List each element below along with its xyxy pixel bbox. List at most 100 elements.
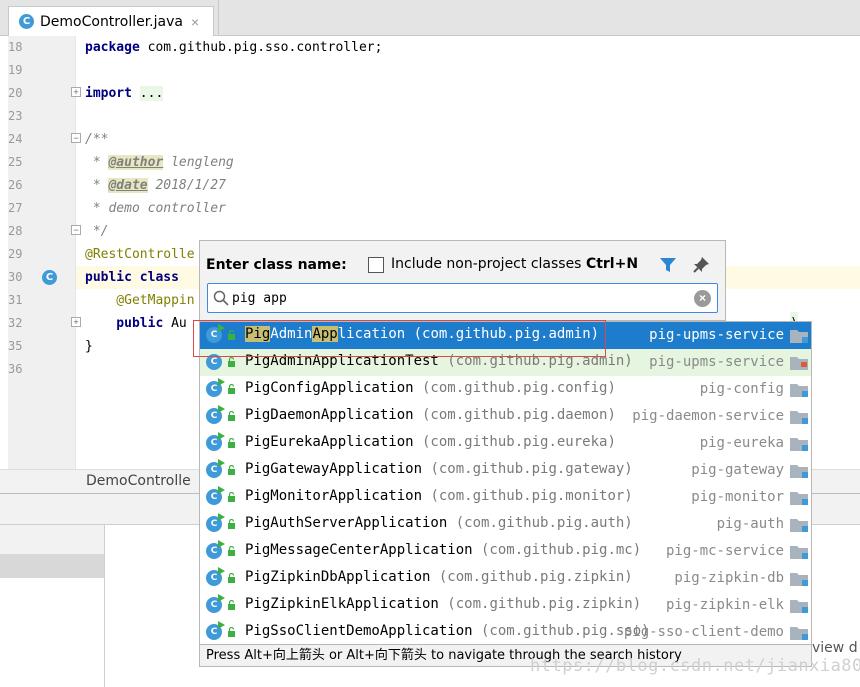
code-line: public Au [85,316,187,331]
line-number: 36 [8,362,23,376]
list-item[interactable]: C PigMessageCenterApplication (com.githu… [200,538,811,565]
module-name: pig-monitor [691,489,784,505]
module-folder-icon [790,546,808,559]
code-line: */ [85,224,109,239]
tab-title: DemoController.java [40,13,183,30]
class-name: PigZipkinElkApplication (com.github.pig.… [245,596,642,612]
app-class-icon: C [206,378,225,397]
app-class-icon: C [206,432,225,451]
class-icon: C [19,14,34,29]
class-name: PigGatewayApplication (com.github.pig.ga… [245,461,633,477]
editor-tab-bar: C DemoController.java × [0,0,860,36]
lock-icon [228,465,235,475]
results-list[interactable]: C PigAdminApplication (com.github.pig.ad… [199,321,812,645]
module-name: pig-auth [716,516,784,532]
tab-democontroller[interactable]: C DemoController.java × [8,6,214,36]
lock-icon [228,438,235,448]
tab-divider [218,0,219,36]
code-line: * demo controller [85,201,226,216]
code-line: import ... [85,86,164,101]
pin-icon[interactable] [691,255,711,275]
annotation-highlight-box [193,320,606,357]
code-line: package com.github.pig.sso.controller; [85,40,383,55]
module-name: pig-upms-service [649,354,784,370]
prompt-label: Enter class name: [206,257,347,273]
lock-icon [228,627,235,637]
app-class-icon: C [206,621,225,640]
close-icon[interactable]: × [191,14,199,30]
class-name: PigMessageCenterApplication (com.github.… [245,542,642,558]
breadcrumb[interactable]: DemoControlle [86,473,191,489]
fold-plus-icon[interactable]: + [71,87,81,97]
line-number: 26 [8,178,23,192]
list-item[interactable]: C PigZipkinDbApplication (com.github.pig… [200,565,811,592]
app-class-icon: C [206,540,225,559]
fold-plus-icon[interactable]: + [71,317,81,327]
fold-minus-icon[interactable]: − [71,133,81,143]
list-item[interactable]: C PigMonitorApplication (com.github.pig.… [200,484,811,511]
class-name: PigSsoClientDemoApplication (com.github.… [245,623,650,639]
view-label: view d [812,640,858,656]
code-line: @RestControlle [85,247,195,262]
code-line: * @author lengleng [85,155,234,170]
module-folder-icon [790,465,808,478]
line-number: 32 [8,316,23,330]
include-label[interactable]: Include non-project classes Ctrl+N [391,256,638,272]
list-item[interactable]: C PigAuthServerApplication (com.github.p… [200,511,811,538]
lock-icon [228,546,235,556]
class-name: PigConfigApplication (com.github.pig.con… [245,380,616,396]
clear-icon[interactable]: × [694,290,711,307]
module-name: pig-eureka [699,435,784,451]
search-field[interactable]: × [207,283,718,313]
code-line: * @date 2018/1/27 [85,178,226,193]
run-class-icon[interactable]: C [42,270,57,285]
line-number: 29 [8,247,23,261]
goto-class-popup: Enter class name: Include non-project cl… [199,240,726,321]
class-name: PigEurekaApplication (com.github.pig.eur… [245,434,616,450]
module-name: pig-zipkin-elk [665,597,784,613]
line-number: 23 [8,109,23,123]
fold-minus-icon[interactable]: − [71,225,81,235]
lock-icon [228,492,235,502]
module-folder-icon [790,600,808,613]
line-number: 25 [8,155,23,169]
tool-list-item[interactable] [0,554,104,578]
list-item[interactable]: C PigEurekaApplication (com.github.pig.e… [200,430,811,457]
app-class-icon: C [206,405,225,424]
code-line: @GetMappin [85,293,195,308]
code-line: } [85,339,93,354]
module-folder-icon [790,438,808,451]
module-folder-icon [790,384,808,397]
module-name: pig-mc-service [665,543,784,559]
list-item[interactable]: C PigDaemonApplication (com.github.pig.d… [200,403,811,430]
list-item[interactable]: C PigConfigApplication (com.github.pig.c… [200,376,811,403]
line-number: 35 [8,339,23,353]
code-line: /** [85,132,109,147]
class-name: PigMonitorApplication (com.github.pig.mo… [245,488,633,504]
code-line: public class [85,270,179,285]
watermark: https://blog.csdn.net/jianxia801 [530,656,860,676]
tool-pane-left [0,578,104,687]
module-name: pig-daemon-service [632,408,784,424]
app-class-icon: C [206,459,225,478]
app-class-icon: C [206,567,225,586]
list-item[interactable]: C PigZipkinElkApplication (com.github.pi… [200,592,811,619]
funnel-icon[interactable] [658,255,678,275]
lock-icon [228,519,235,529]
list-item[interactable]: C PigSsoClientDemoApplication (com.githu… [200,619,811,644]
search-icon [213,290,229,306]
line-number: 30 [8,270,23,284]
search-input[interactable] [232,287,687,309]
module-folder-icon [790,627,808,640]
line-number: 20 [8,86,23,100]
lock-icon [228,600,235,610]
list-item[interactable]: C PigGatewayApplication (com.github.pig.… [200,457,811,484]
app-class-icon: C [206,486,225,505]
lock-icon [228,357,235,367]
app-class-icon: C [206,594,225,613]
include-non-project-checkbox[interactable] [368,257,384,273]
module-folder-icon [790,330,808,343]
lock-icon [228,411,235,421]
app-class-icon: C [206,513,225,532]
module-folder-icon [790,411,808,424]
